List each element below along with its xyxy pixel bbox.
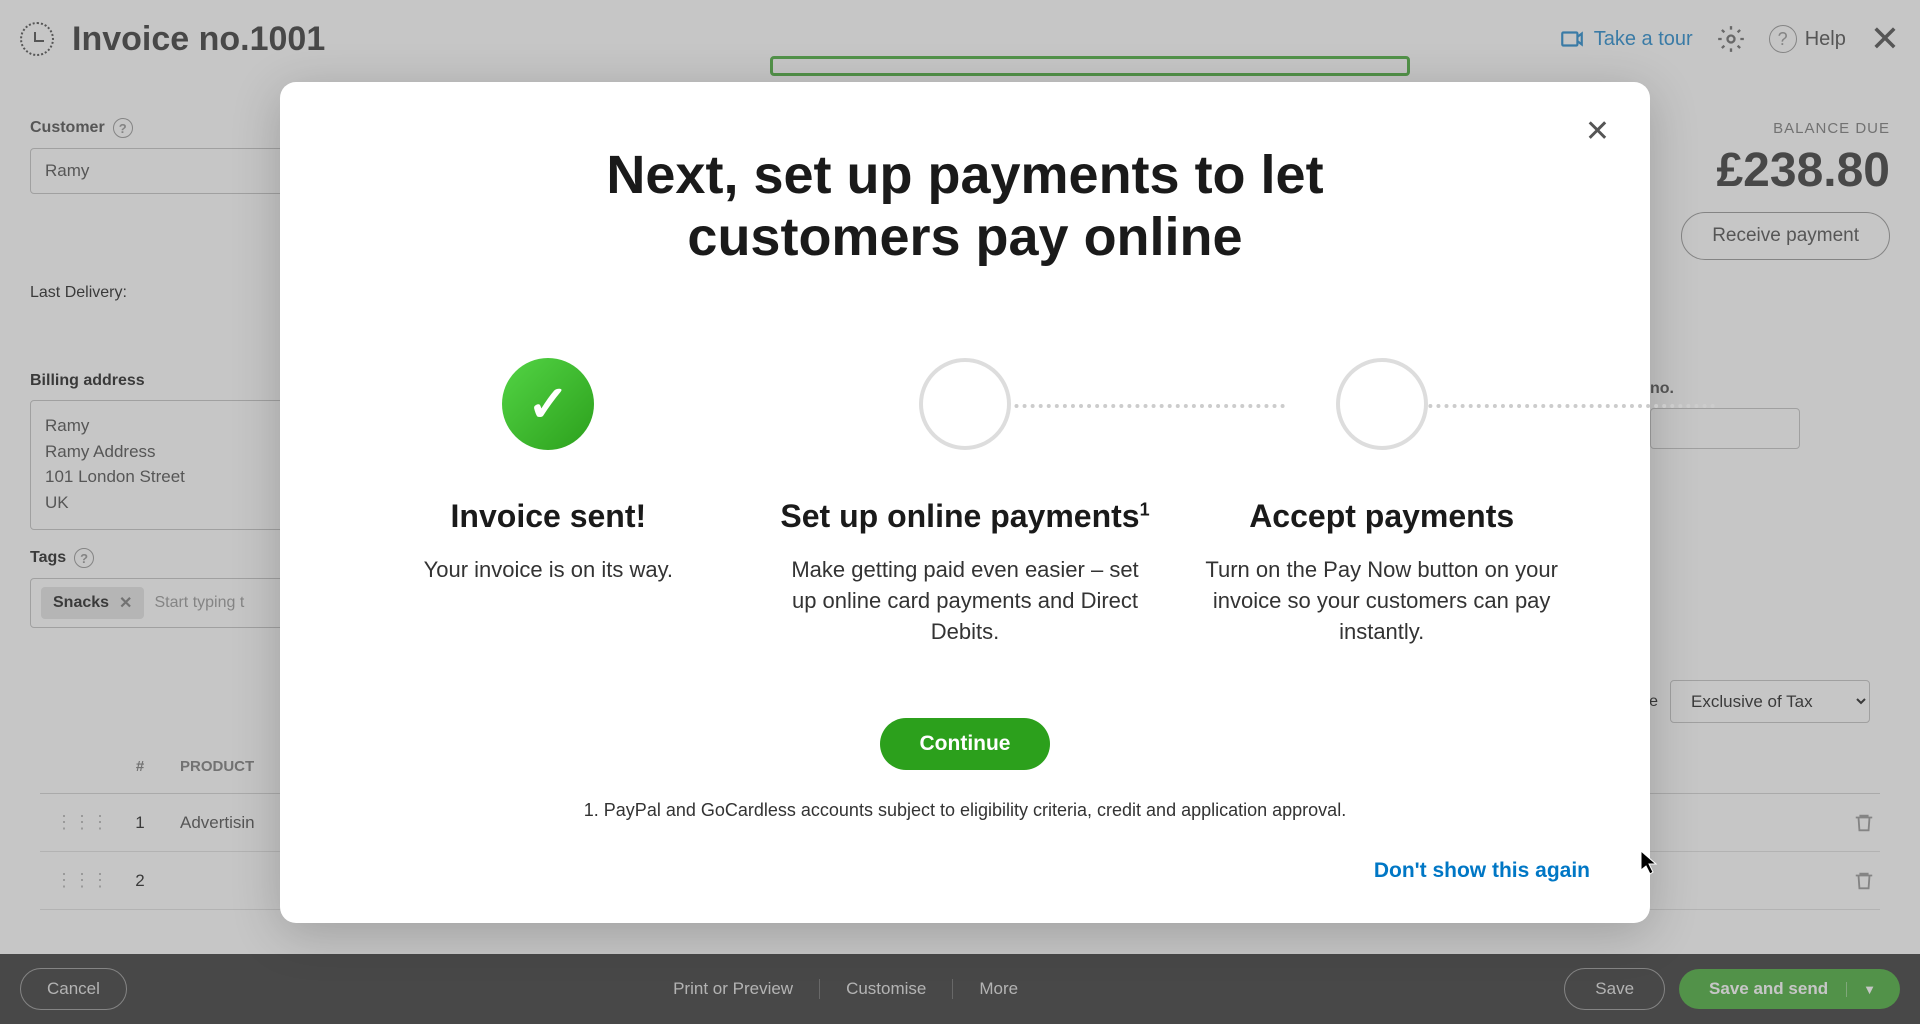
step-title: Invoice sent!	[340, 498, 757, 535]
step-description: Your invoice is on its way.	[340, 555, 757, 586]
step-pending-icon	[919, 358, 1011, 450]
step-pending-icon	[1336, 358, 1428, 450]
setup-payments-modal: ✕ Next, set up payments to let customers…	[280, 82, 1650, 923]
dont-show-link[interactable]: Don't show this again	[340, 859, 1590, 883]
step-done-icon: ✓	[502, 358, 594, 450]
continue-button[interactable]: Continue	[880, 718, 1051, 770]
step-title: Set up online payments1	[757, 498, 1174, 535]
cursor-icon	[1640, 850, 1658, 876]
step-title: Accept payments	[1173, 498, 1590, 535]
modal-title: Next, set up payments to let customers p…	[585, 144, 1345, 268]
step-description: Turn on the Pay Now button on your invoi…	[1173, 555, 1590, 647]
check-icon: ✓	[527, 375, 569, 433]
modal-close-icon[interactable]: ✕	[1585, 114, 1610, 149]
modal-footnote: 1. PayPal and GoCardless accounts subjec…	[340, 800, 1590, 821]
step-description: Make getting paid even easier – set up o…	[757, 555, 1174, 647]
